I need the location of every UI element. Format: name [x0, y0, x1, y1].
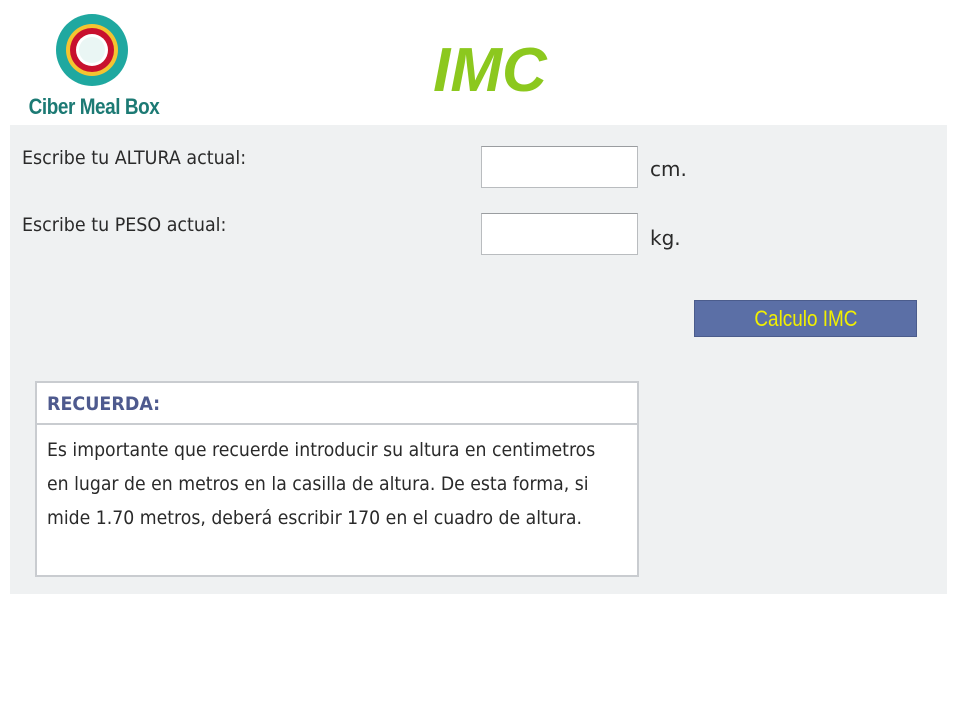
reminder-body: Es importante que recuerde introducir su… [37, 425, 637, 535]
calculate-imc-button[interactable]: Calculo IMC [694, 300, 917, 337]
page: Ciber Meal Box IMC Escribe tu ALTURA act… [0, 0, 960, 720]
page-title: IMC [433, 36, 547, 105]
calculate-imc-button-label: Calculo IMC [753, 306, 858, 331]
reminder-line: en lugar de en metros en la casilla de a… [47, 473, 589, 495]
height-label: Escribe tu ALTURA actual: [22, 147, 247, 169]
weight-input[interactable] [481, 213, 638, 255]
height-unit: cm. [650, 157, 687, 181]
weight-unit: kg. [650, 226, 681, 250]
imc-form-panel: Escribe tu ALTURA actual: cm. Escribe tu… [10, 125, 947, 594]
height-input[interactable] [481, 146, 638, 188]
reminder-box: RECUERDA: Es importante que recuerde int… [35, 381, 639, 577]
reminder-header-label: RECUERDA: [47, 393, 161, 415]
reminder-line: Es importante que recuerde introducir su… [47, 439, 596, 461]
reminder-header: RECUERDA: [37, 383, 637, 425]
reminder-line: mide 1.70 metros, deberá escribir 170 en… [47, 507, 582, 529]
weight-label: Escribe tu PESO actual: [22, 214, 227, 236]
